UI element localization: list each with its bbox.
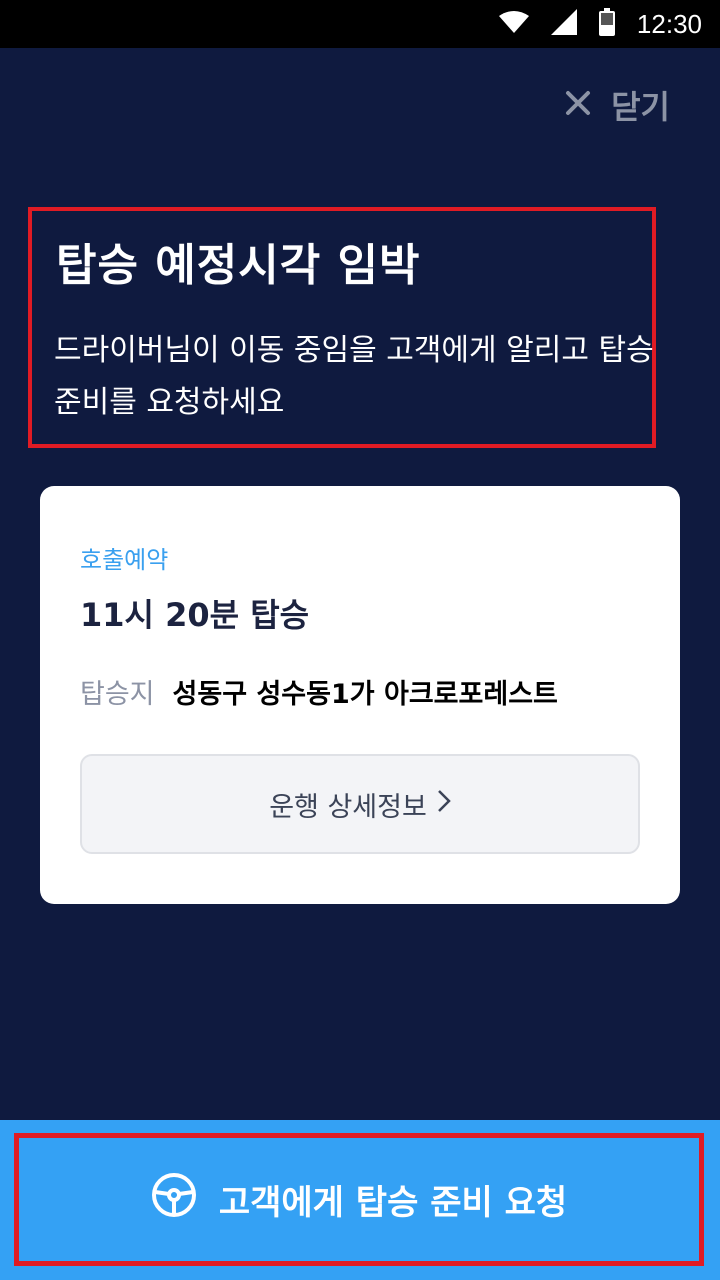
status-time: 12:30 (636, 8, 702, 39)
close-icon (565, 86, 591, 124)
pickup-time: 11시 20분 탑승 (80, 596, 310, 634)
pickup-label: 탑승지 (80, 679, 155, 710)
header-section: 탑승 예정시각 임박 드라이버님이 이동 중임을 고객에게 알리고 탑승 준비를… (28, 207, 656, 448)
wifi-icon (498, 11, 529, 37)
close-button[interactable]: 닫기 (565, 80, 670, 130)
page-subtitle: 드라이버님이 이동 중임을 고객에게 알리고 탑승 준비를 요청하세요 (54, 333, 654, 420)
chevron-right-icon (437, 789, 451, 820)
battery-icon (598, 8, 615, 40)
steering-wheel-icon (151, 1172, 197, 1227)
request-boarding-button[interactable]: 고객에게 탑승 준비 요청 (14, 1133, 704, 1266)
trip-detail-label: 운행 상세정보 (269, 791, 427, 823)
pickup-row: 탑승지 성동구 성수동1가 아크로포레스트 (80, 672, 558, 711)
cell-signal-icon (550, 9, 577, 39)
request-boarding-label: 고객에게 탑승 준비 요청 (218, 1183, 568, 1223)
status-icons: 12:30 (498, 0, 702, 48)
pickup-location: 성동구 성수동1가 아크로포레스트 (172, 679, 558, 710)
close-label: 닫기 (611, 88, 670, 126)
reservation-tag: 호출예약 (80, 546, 169, 574)
reservation-card: 호출예약 11시 20분 탑승 탑승지 성동구 성수동1가 아크로포레스트 운행… (40, 486, 680, 904)
page-title: 탑승 예정시각 임박 (56, 240, 421, 291)
trip-detail-button[interactable]: 운행 상세정보 (80, 754, 640, 854)
status-bar: 12:30 (0, 0, 720, 48)
